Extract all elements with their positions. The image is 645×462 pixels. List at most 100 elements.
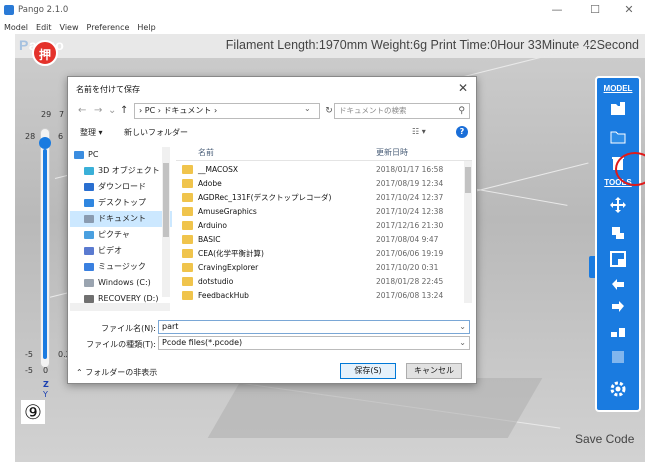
minimize-button[interactable]: —	[540, 1, 574, 19]
up-arrow-icon[interactable]: ↑	[120, 105, 128, 116]
file-list-scrollbar[interactable]	[464, 161, 472, 303]
split-view-icon[interactable]	[609, 250, 627, 268]
address-bar[interactable]: › PC › ドキュメント ›	[134, 103, 320, 119]
nav-item-label: ドキュメント	[98, 214, 146, 223]
save-button[interactable]: 保存(S)	[340, 363, 396, 379]
nav-item[interactable]: ドキュメント	[70, 211, 172, 227]
file-date: 2017/06/06 19:19	[376, 249, 444, 258]
nav-item[interactable]: ピクチャ	[70, 227, 172, 243]
settings-gear-icon[interactable]	[609, 380, 627, 398]
layer-slider-knob[interactable]	[39, 137, 51, 149]
file-name: Adobe	[198, 179, 222, 188]
nav-item-label: RECOVERY (D:)	[98, 294, 159, 303]
filetype-value: Pcode files(*.pcode)	[162, 338, 243, 347]
slider-tick-label: 7	[59, 110, 65, 119]
save-code-button[interactable]: Save Code	[575, 432, 634, 446]
address-dropdown-icon[interactable]: ⌄	[304, 104, 311, 113]
search-placeholder: ドキュメントの検索	[339, 106, 407, 115]
filename-input[interactable]: part ⌄	[158, 320, 470, 334]
maximize-button[interactable]: ☐	[578, 1, 612, 19]
folder-icon	[182, 249, 193, 258]
new-folder-button[interactable]: 新しいフォルダー	[124, 127, 188, 138]
layout-icon[interactable]	[609, 322, 627, 340]
help-icon[interactable]: ?	[456, 126, 468, 138]
file-list-scrollbar-thumb[interactable]	[465, 167, 471, 193]
view-options-button[interactable]: ☷ ▾	[412, 127, 426, 136]
move-icon[interactable]	[609, 196, 627, 214]
file-row[interactable]: Arduino 2017/12/16 21:30	[176, 219, 464, 232]
organize-button[interactable]: 整理 ▾	[80, 127, 103, 138]
cancel-button[interactable]: キャンセル	[406, 363, 462, 379]
hide-folders-toggle[interactable]: ⌃ フォルダーの非表示	[76, 367, 157, 378]
nav-item[interactable]: RECOVERY (D:)	[70, 291, 172, 303]
filetype-label: ファイルの種類(T):	[86, 340, 156, 349]
redo-icon[interactable]	[609, 298, 627, 316]
folder-icon	[182, 235, 193, 244]
nav-item-label: ビデオ	[98, 246, 122, 255]
file-list: 名前 更新日時 __MACOSX 2018/01/17 16:58 Adobe 201…	[176, 143, 472, 303]
menu-help[interactable]: Help	[137, 23, 155, 32]
breadcrumb: › PC › ドキュメント ›	[139, 106, 218, 115]
file-row[interactable]: BASIC 2017/08/04 9:47	[176, 233, 464, 246]
file-list-header: 名前 更新日時	[176, 143, 472, 161]
file-row[interactable]: CEA(化学平衡計算) 2017/06/06 19:19	[176, 247, 464, 260]
print-stats: Filament Length:1970mm Weight:6g Print T…	[225, 38, 639, 52]
file-row[interactable]: AmuseGraphics 2017/10/24 12:38	[176, 205, 464, 218]
file-row[interactable]: CravingExplorer 2017/10/20 0:31	[176, 261, 464, 274]
save-folder-icon[interactable]	[609, 128, 627, 146]
dialog-close-button[interactable]: ✕	[458, 81, 468, 95]
nav-item[interactable]: 3D オブジェクト	[70, 163, 172, 179]
address-row: ← → ⌄ ↑ › PC › ドキュメント › ⌄ ↻ ドキュメントの検索 ⚲	[68, 101, 476, 123]
app-icon	[4, 5, 14, 15]
layer-slider[interactable]	[39, 128, 51, 368]
filetype-select[interactable]: Pcode files(*.pcode) ⌄	[158, 336, 470, 350]
nav-scrollbar[interactable]	[162, 147, 170, 297]
nav-item-icon	[84, 262, 94, 271]
build-plate	[207, 378, 543, 438]
nav-item[interactable]: ビデオ	[70, 243, 172, 259]
filetype-dropdown-icon[interactable]: ⌄	[459, 337, 466, 349]
file-name: CEA(化学平衡計算)	[198, 249, 264, 258]
file-row[interactable]: dotstudio 2018/01/28 22:45	[176, 275, 464, 288]
nav-horizontal-scrollbar[interactable]	[70, 303, 170, 311]
folder-icon	[182, 165, 193, 174]
back-arrow-icon[interactable]: ←	[78, 105, 86, 116]
filename-dropdown-icon[interactable]: ⌄	[459, 321, 466, 333]
nav-item[interactable]: デスクトップ	[70, 195, 172, 211]
nav-item-icon	[84, 294, 94, 303]
nav-item[interactable]: ダウンロード	[70, 179, 172, 195]
folder-icon	[182, 263, 193, 272]
scale-icon[interactable]	[609, 224, 627, 242]
file-row[interactable]: __MACOSX 2018/01/17 16:58	[176, 163, 464, 176]
menu-preference[interactable]: Preference	[87, 23, 130, 32]
file-date: 2017/12/16 21:30	[376, 221, 444, 230]
nav-item-icon	[84, 278, 94, 287]
forward-arrow-icon[interactable]: →	[94, 105, 102, 116]
nav-scrollbar-thumb[interactable]	[163, 163, 169, 237]
nav-item[interactable]: PC	[70, 147, 172, 163]
menu-edit[interactable]: Edit	[36, 23, 52, 32]
close-window-button[interactable]: ✕	[612, 1, 645, 19]
recent-dropdown-icon[interactable]: ⌄	[108, 105, 116, 116]
menu-view[interactable]: View	[60, 23, 79, 32]
nav-item[interactable]: ミュージック	[70, 259, 172, 275]
search-input[interactable]: ドキュメントの検索 ⚲	[334, 103, 470, 119]
nav-item-icon	[84, 214, 94, 223]
file-row[interactable]: FeedbackHub 2017/06/08 13:24	[176, 289, 464, 302]
slider-tick-label: -5	[25, 350, 33, 359]
column-date-header[interactable]: 更新日時	[376, 147, 408, 158]
push-button[interactable]: 押	[32, 40, 58, 66]
chevron-up-icon: ⌃	[76, 368, 83, 377]
file-row[interactable]: AGDRec_131F(デスクトップレコーダ) 2017/10/24 12:37	[176, 191, 464, 204]
open-file-icon[interactable]	[609, 100, 627, 118]
disabled-tool-icon	[609, 348, 627, 366]
nav-item[interactable]: Windows (C:)	[70, 275, 172, 291]
save-as-dialog: 名前を付けて保存 ✕ ← → ⌄ ↑ › PC › ドキュメント › ⌄ ↻ ド…	[67, 76, 477, 384]
right-toolbar: MODEL TOOLS	[595, 76, 641, 412]
nav-item-label: PC	[88, 150, 99, 159]
menu-model[interactable]: Model	[4, 23, 28, 32]
folder-icon	[182, 179, 193, 188]
column-name-header[interactable]: 名前	[198, 147, 214, 158]
undo-icon[interactable]	[609, 276, 627, 294]
file-row[interactable]: Adobe 2017/08/19 12:34	[176, 177, 464, 190]
